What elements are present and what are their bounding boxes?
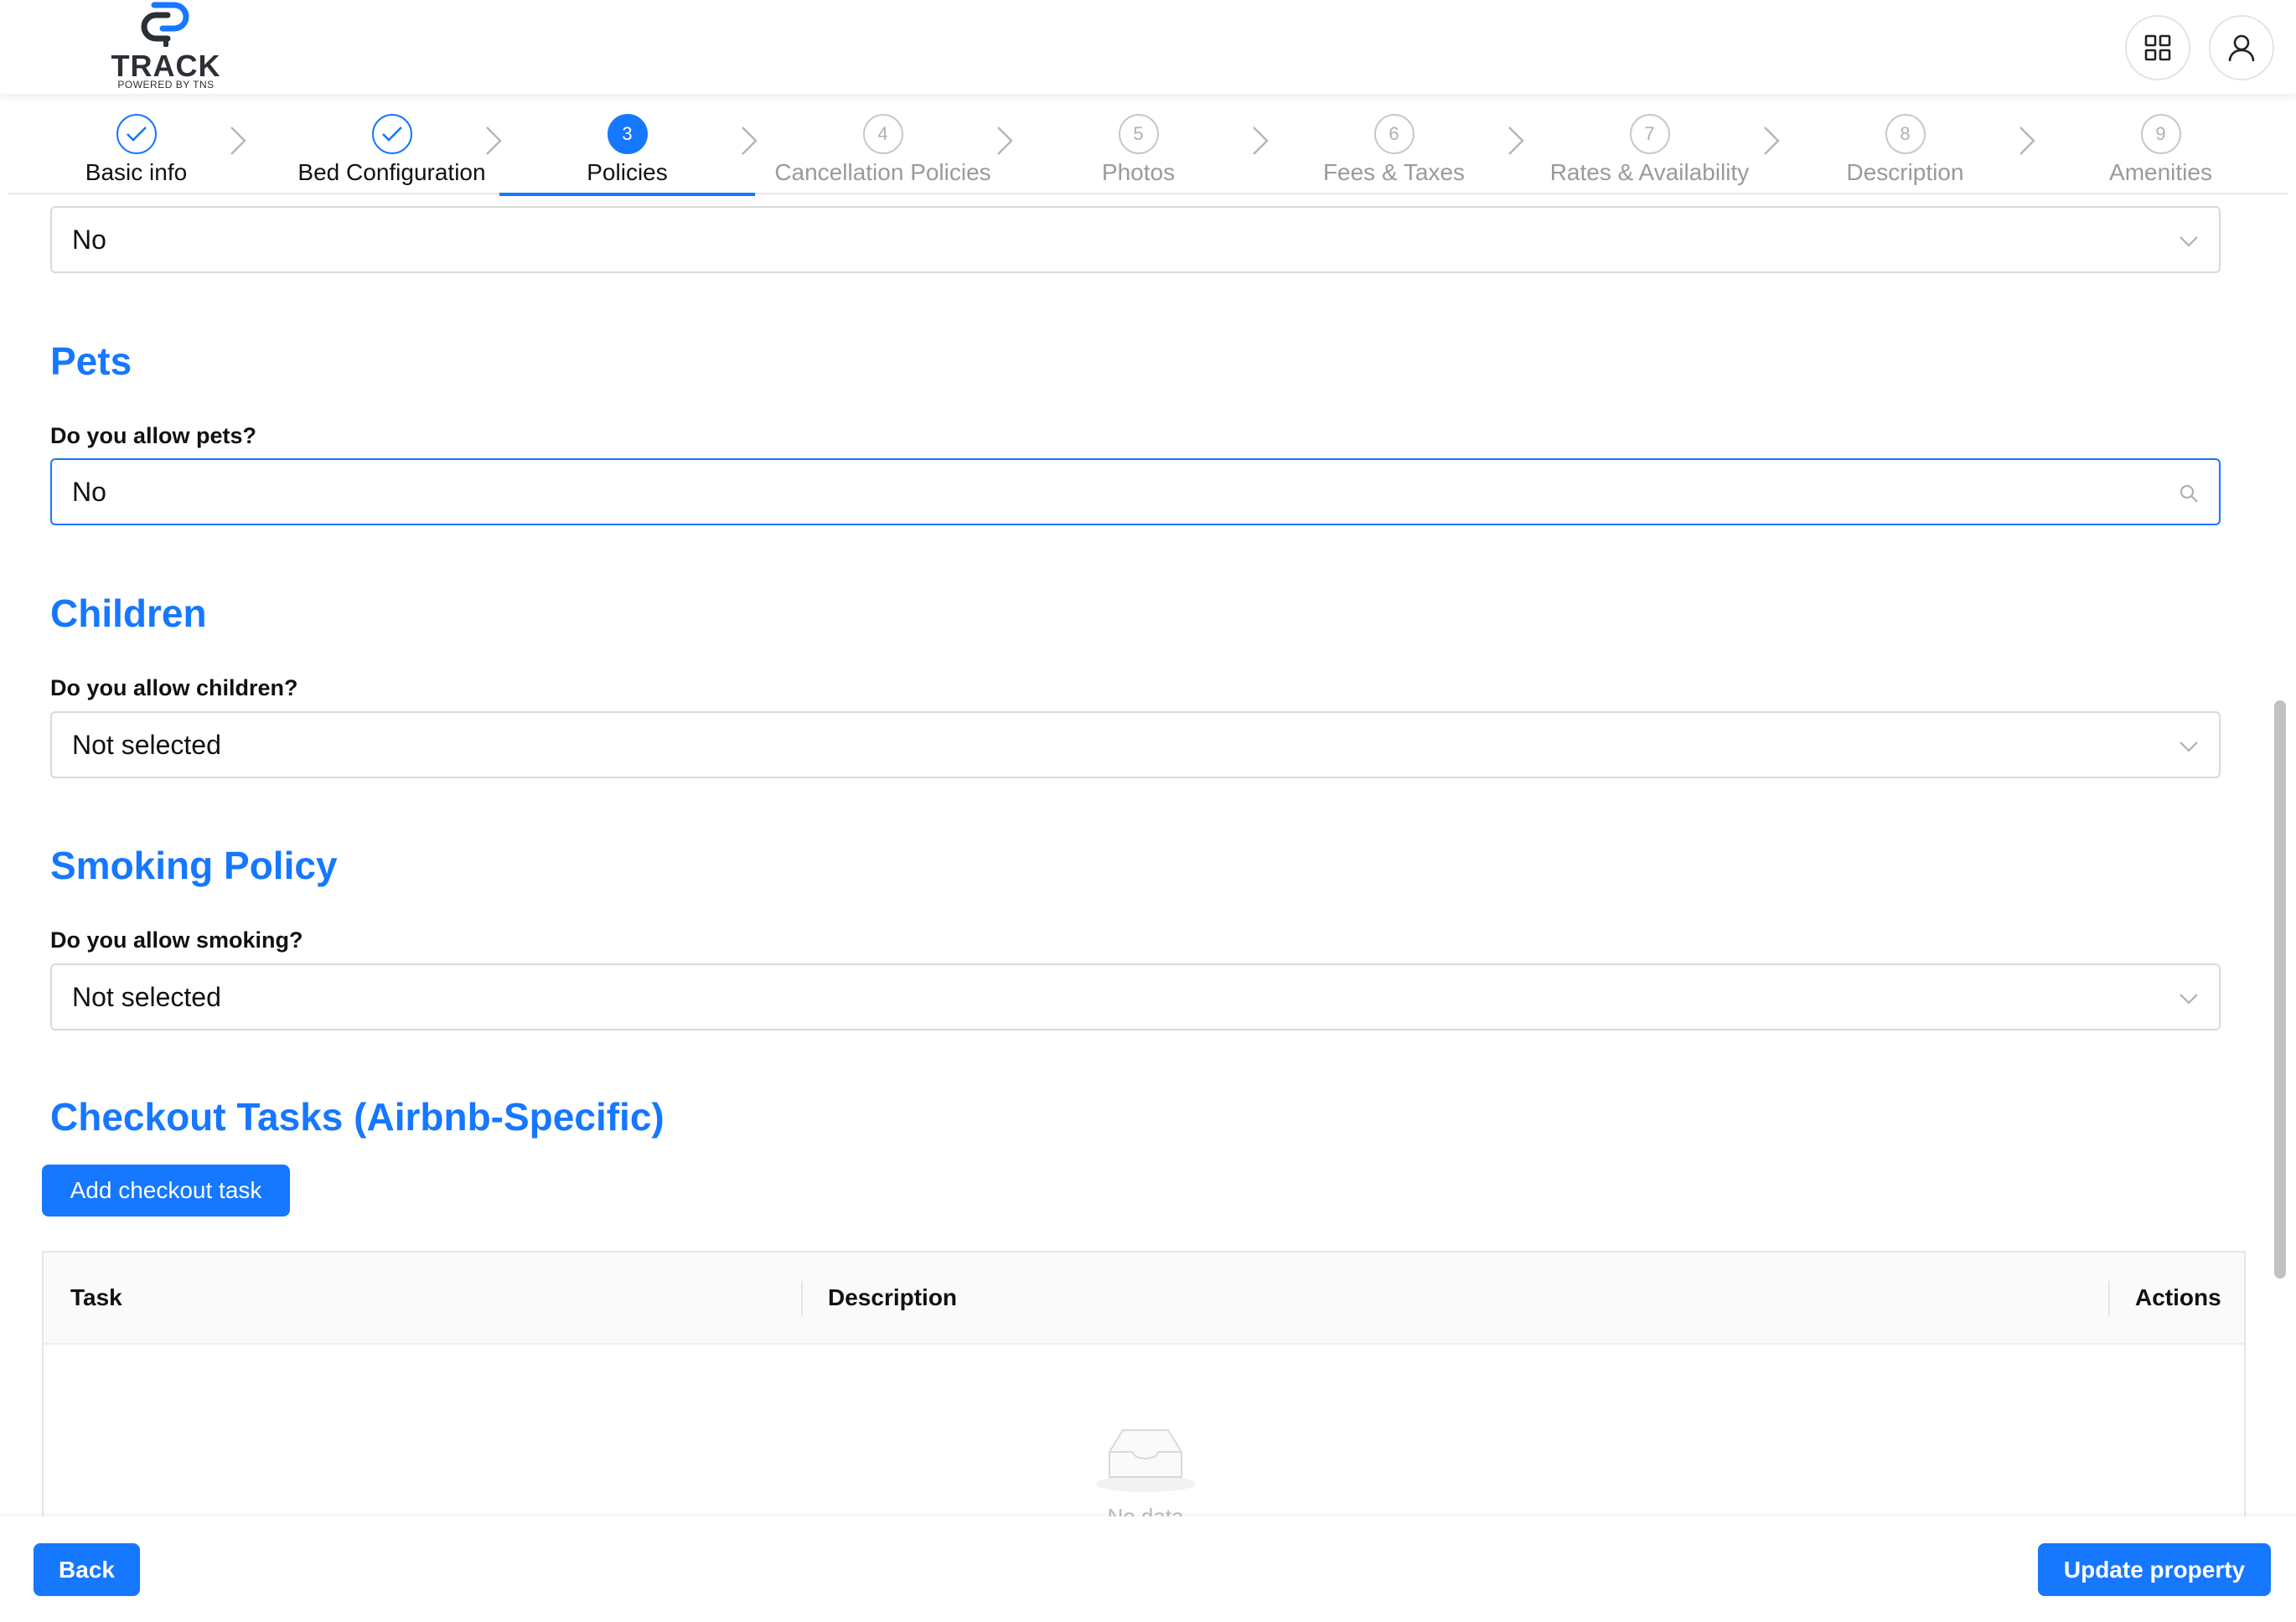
step-bed-configuration[interactable]: Bed Configuration xyxy=(264,94,520,194)
select-value: Not selected xyxy=(72,730,221,760)
smoking-question: Do you allow smoking? xyxy=(50,927,303,953)
step-basic-info[interactable]: Basic info xyxy=(8,94,264,194)
step-number: 8 xyxy=(1885,114,1926,154)
column-header-task: Task xyxy=(70,1284,122,1310)
column-header-description: Description xyxy=(828,1284,958,1310)
active-step-indicator xyxy=(499,193,755,196)
check-icon xyxy=(116,114,157,154)
chevron-down-icon xyxy=(2180,236,2198,247)
chevron-right-icon xyxy=(230,127,246,155)
user-icon xyxy=(2228,34,2255,62)
footer-bar: Back Update property xyxy=(0,1516,2296,1622)
step-label: Rates & Availability xyxy=(1549,159,1750,185)
step-label: Description xyxy=(1846,159,1964,185)
step-label: Bed Configuration xyxy=(297,159,486,185)
select-value: No xyxy=(72,477,106,507)
checkout-tasks-title: Checkout Tasks (Airbnb-Specific) xyxy=(50,1095,664,1139)
column-divider xyxy=(801,1281,803,1316)
grid-icon xyxy=(2144,34,2171,61)
update-property-button[interactable]: Update property xyxy=(2038,1543,2271,1596)
step-label: Basic info xyxy=(85,159,188,185)
step-number: 5 xyxy=(1118,114,1159,154)
table-header: Task Description Actions xyxy=(44,1253,2244,1345)
step-label: Cancellation Policies xyxy=(774,159,991,185)
children-select[interactable]: Not selected xyxy=(50,711,2221,778)
children-title: Children xyxy=(50,591,207,635)
user-menu-button[interactable] xyxy=(2209,15,2274,80)
wizard-steps: Basic info Bed Configuration 3 Policies … xyxy=(8,94,2288,196)
pets-question: Do you allow pets? xyxy=(50,423,257,448)
step-label: Fees & Taxes xyxy=(1322,159,1466,185)
step-label: Photos xyxy=(1101,159,1176,185)
step-number: 3 xyxy=(607,114,648,154)
pets-title: Pets xyxy=(50,339,132,383)
step-amenities[interactable]: 9 Amenities xyxy=(2033,94,2288,194)
checkout-tasks-table: Task Description Actions No data xyxy=(42,1251,2246,1529)
step-number: 7 xyxy=(1629,114,1670,154)
step-policies[interactable]: 3 Policies xyxy=(499,94,755,196)
select-value: No xyxy=(72,225,106,255)
empty-inbox-icon xyxy=(1095,1429,1196,1492)
smoking-title: Smoking Policy xyxy=(50,844,338,887)
track-logo[interactable]: TRACK POWERED BY TNS xyxy=(107,0,225,94)
brand-tagline: POWERED BY TNS xyxy=(117,79,215,90)
step-number: 6 xyxy=(1373,114,1414,154)
step-cancellation-policies[interactable]: 4 Cancellation Policies xyxy=(755,94,1011,194)
back-button[interactable]: Back xyxy=(34,1543,140,1596)
logo-mark-icon xyxy=(141,2,189,47)
step-rates-availability[interactable]: 7 Rates & Availability xyxy=(1522,94,1777,194)
step-label: Policies xyxy=(587,159,668,185)
step-label: Amenities xyxy=(2109,159,2212,185)
page-scrollbar[interactable] xyxy=(2274,700,2286,1278)
children-question: Do you allow children? xyxy=(50,675,298,700)
check-icon xyxy=(371,114,412,154)
column-header-actions: Actions xyxy=(2135,1284,2221,1310)
chevron-down-icon xyxy=(2180,741,2198,752)
step-number: 4 xyxy=(862,114,903,154)
select-value: Not selected xyxy=(72,982,221,1012)
search-icon xyxy=(2180,484,2198,503)
app-header: TRACK POWERED BY TNS xyxy=(0,0,2296,94)
pets-select[interactable]: No xyxy=(50,458,2221,525)
step-photos[interactable]: 5 Photos xyxy=(1011,94,1266,194)
step-number: 9 xyxy=(2140,114,2181,154)
chevron-down-icon xyxy=(2180,994,2198,1005)
column-divider xyxy=(2108,1281,2110,1316)
policy-select[interactable]: No xyxy=(50,206,2221,273)
step-description[interactable]: 8 Description xyxy=(1777,94,2033,194)
smoking-select[interactable]: Not selected xyxy=(50,963,2221,1031)
add-checkout-task-button[interactable]: Add checkout task xyxy=(42,1165,290,1216)
apps-button[interactable] xyxy=(2125,15,2190,80)
step-fees-taxes[interactable]: 6 Fees & Taxes xyxy=(1266,94,1522,194)
